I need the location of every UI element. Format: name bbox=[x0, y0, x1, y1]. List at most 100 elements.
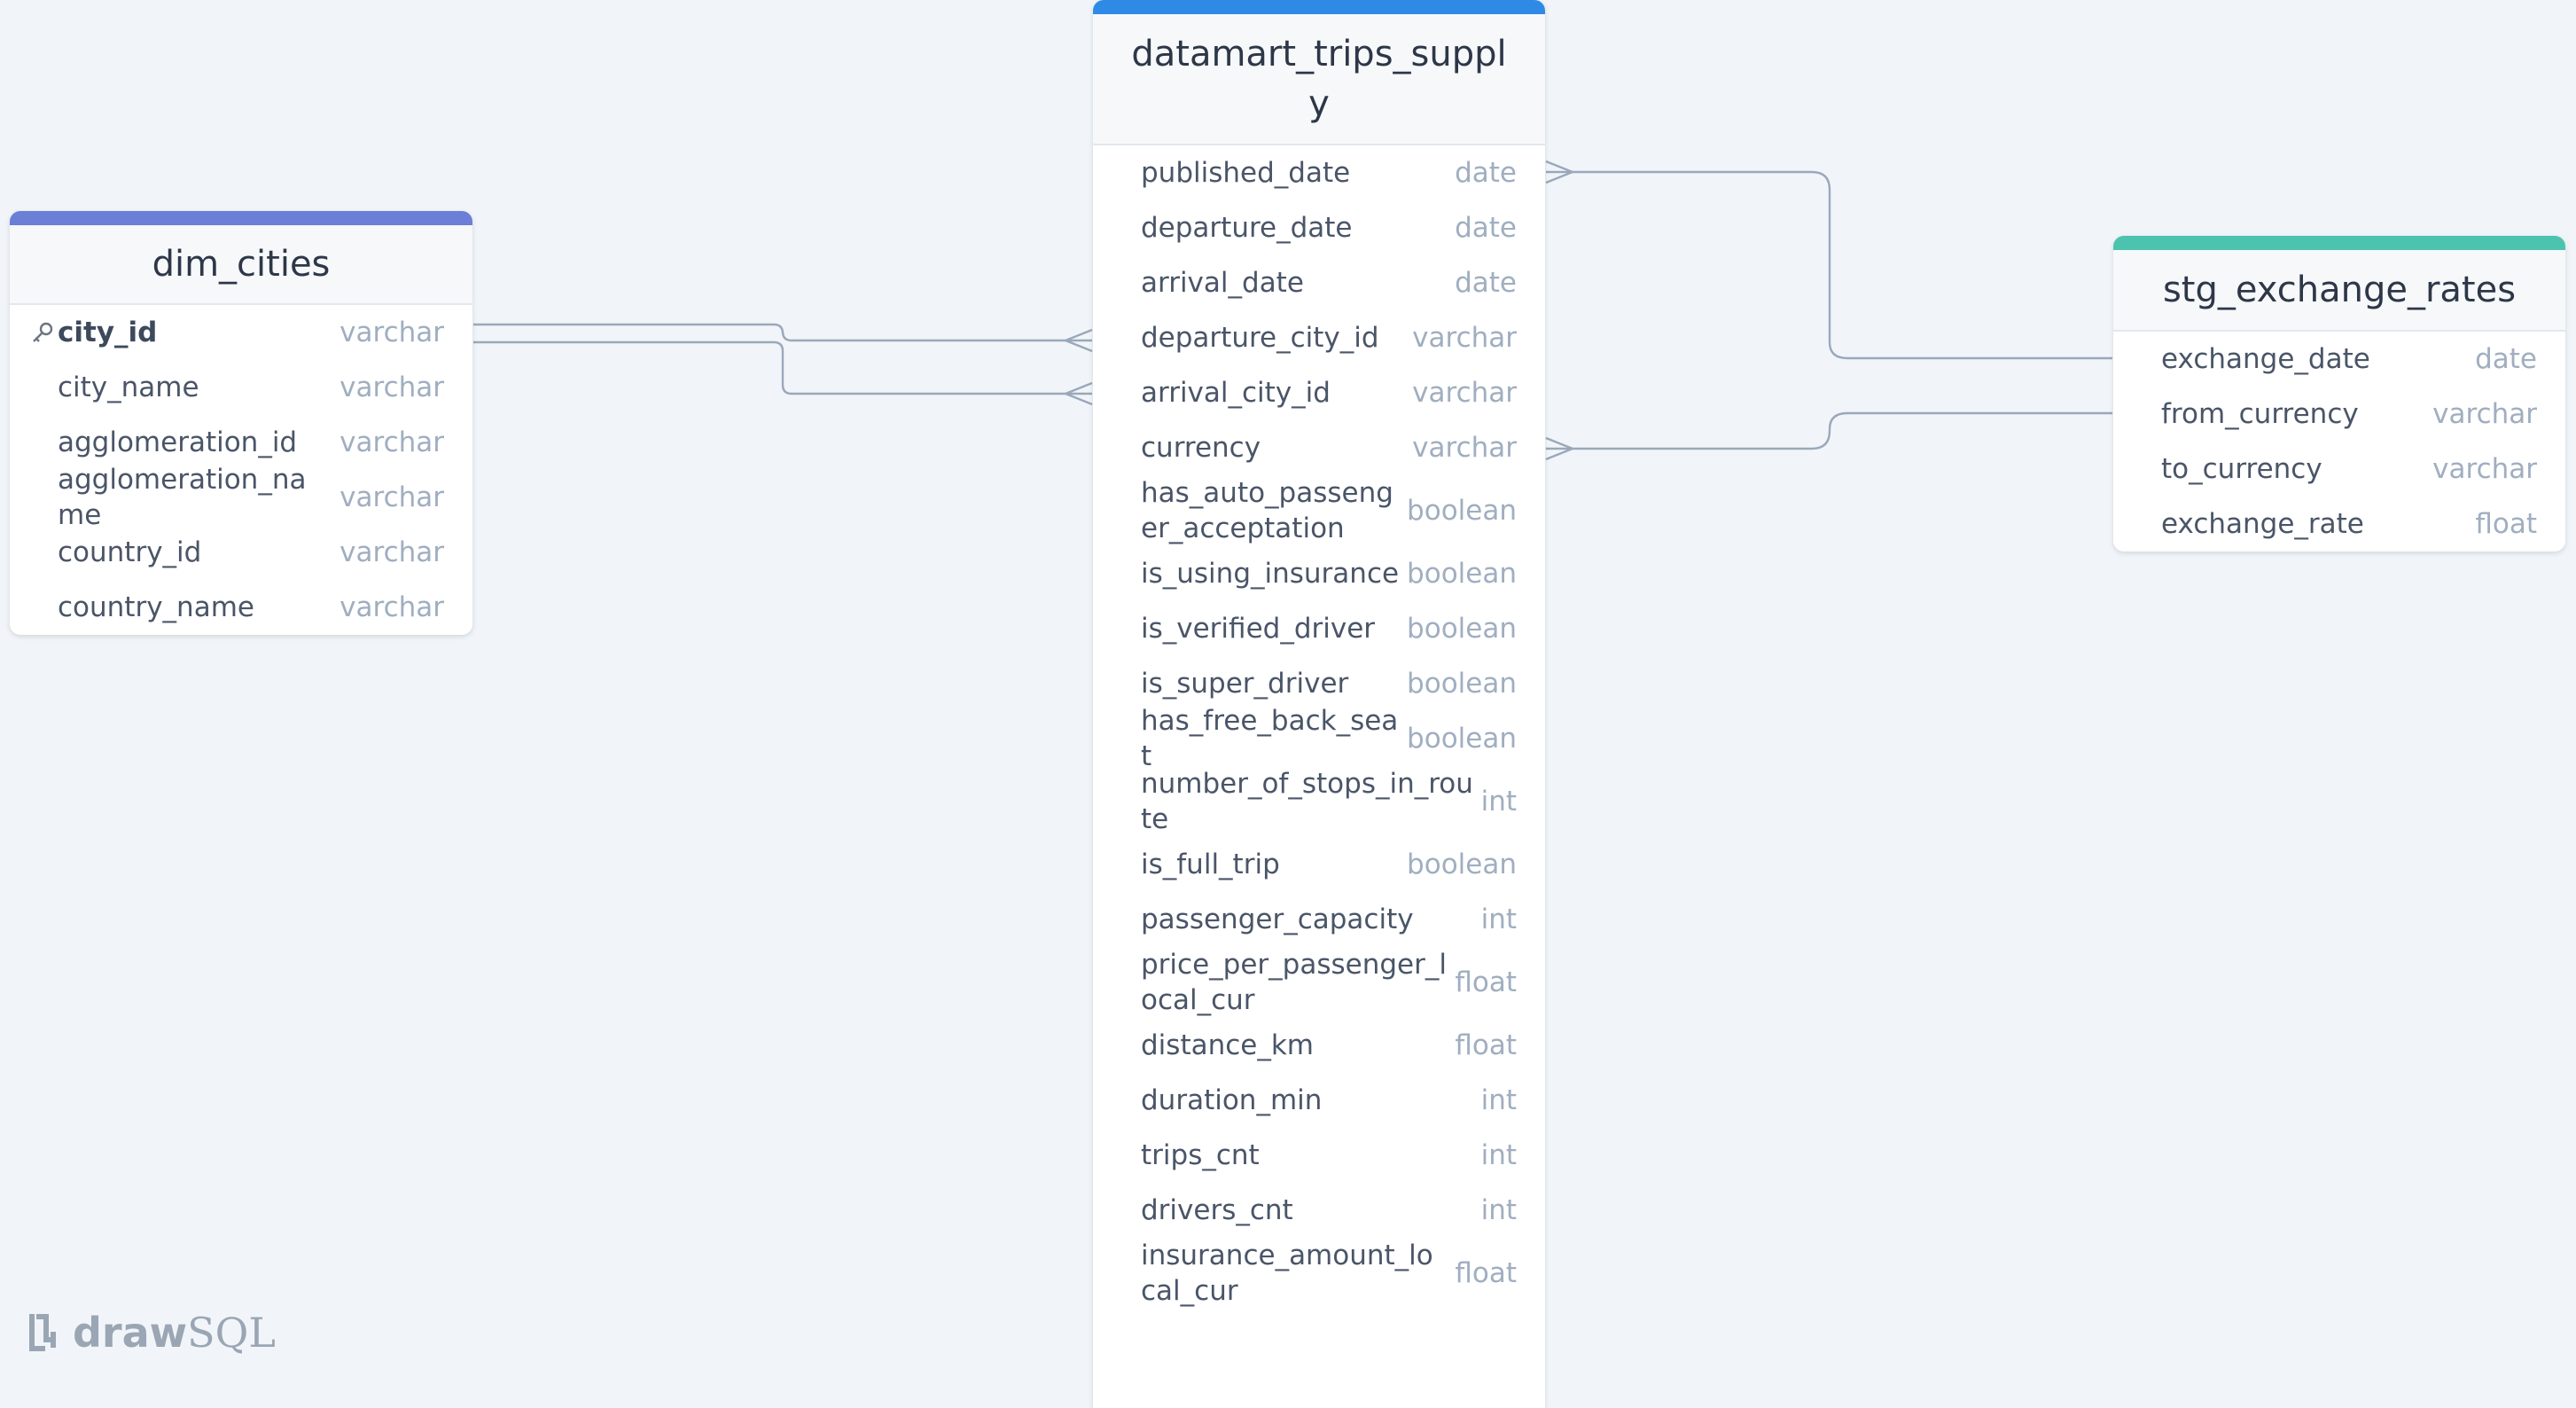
column-type: date bbox=[1455, 267, 1517, 299]
column-row-has-free-back-seat[interactable]: has_free_back_seat boolean bbox=[1093, 705, 1545, 772]
column-row-published-date[interactable]: published_date date bbox=[1093, 145, 1545, 200]
column-name: exchange_date bbox=[2161, 343, 2370, 375]
relation-city-to-departure-city[interactable] bbox=[473, 323, 1092, 342]
column-row-insurance-amount-local-cur[interactable]: insurance_amount_local_cur float bbox=[1093, 1238, 1545, 1309]
column-type: boolean bbox=[1407, 613, 1517, 645]
relation-currency-to-from-currency[interactable] bbox=[1546, 411, 2112, 450]
column-row-drivers-cnt[interactable]: drivers_cnt int bbox=[1093, 1183, 1545, 1238]
column-name: departure_date bbox=[1141, 212, 1353, 244]
relation-published-date-to-exchange-date[interactable] bbox=[1546, 170, 2112, 360]
drawsql-logo[interactable]: draw SQL bbox=[27, 1309, 276, 1357]
column-type: float bbox=[1455, 966, 1517, 998]
column-name: drivers_cnt bbox=[1141, 1194, 1293, 1226]
column-name: insurance_amount_local_cur bbox=[1141, 1240, 1433, 1307]
column-row-city-name[interactable]: city_name varchar bbox=[10, 360, 472, 415]
column-name: passenger_capacity bbox=[1141, 903, 1414, 935]
column-row-to-currency[interactable]: to_currency varchar bbox=[2113, 442, 2565, 497]
column-name: exchange_rate bbox=[2161, 508, 2364, 540]
relation-city-to-arrival-city[interactable] bbox=[473, 340, 1092, 395]
column-type: varchar bbox=[1412, 377, 1517, 409]
column-name: is_full_trip bbox=[1141, 849, 1280, 880]
column-type: boolean bbox=[1407, 558, 1517, 590]
column-row-has-auto-passenger-acceptation[interactable]: has_auto_passenger_acceptation boolean bbox=[1093, 475, 1545, 546]
column-row-passenger-capacity[interactable]: passenger_capacity int bbox=[1093, 892, 1545, 947]
column-name: to_currency bbox=[2161, 453, 2322, 485]
column-type: date bbox=[1455, 157, 1517, 189]
column-row-city-id[interactable]: city_id varchar bbox=[10, 305, 472, 360]
column-type: boolean bbox=[1407, 668, 1517, 700]
table-stg-exchange-rates[interactable]: stg_exchange_rates exchange_date date from… bbox=[2113, 236, 2565, 551]
column-list: published_date date departure_date date arri… bbox=[1093, 145, 1545, 1309]
column-name: has_auto_passenger_acceptation bbox=[1141, 477, 1393, 544]
column-row-departure-date[interactable]: departure_date date bbox=[1093, 200, 1545, 255]
column-type: boolean bbox=[1407, 723, 1517, 755]
column-row-country-id[interactable]: country_id varchar bbox=[10, 525, 472, 580]
column-row-departure-city-id[interactable]: departure_city_id varchar bbox=[1093, 310, 1545, 365]
column-type: varchar bbox=[1412, 322, 1517, 354]
primary-key-icon bbox=[33, 322, 53, 342]
column-type: float bbox=[1455, 1257, 1517, 1289]
drawsql-logo-icon bbox=[29, 1314, 56, 1351]
column-type: int bbox=[1480, 1194, 1517, 1226]
column-type: float bbox=[1455, 1029, 1517, 1061]
logo-sql-text: SQL bbox=[187, 1309, 276, 1357]
column-type: varchar bbox=[2432, 453, 2537, 485]
column-type: boolean bbox=[1407, 495, 1517, 527]
column-row-agglomeration-name[interactable]: agglomeration_name varchar bbox=[10, 464, 472, 531]
column-name: agglomeration_name bbox=[58, 464, 307, 531]
column-row-currency[interactable]: currency varchar bbox=[1093, 420, 1545, 475]
column-row-arrival-date[interactable]: arrival_date date bbox=[1093, 255, 1545, 310]
column-name: city_id bbox=[58, 317, 158, 348]
column-name: has_free_back_seat bbox=[1141, 705, 1399, 772]
table-header-stg-exchange-rates[interactable]: stg_exchange_rates bbox=[2113, 250, 2565, 332]
column-name: departure_city_id bbox=[1141, 322, 1379, 354]
column-row-arrival-city-id[interactable]: arrival_city_id varchar bbox=[1093, 365, 1545, 420]
table-header-dim-cities[interactable]: dim_cities bbox=[10, 225, 472, 305]
column-name: price_per_passenger_local_cur bbox=[1141, 949, 1447, 1016]
column-row-is-using-insurance[interactable]: is_using_insurance boolean bbox=[1093, 546, 1545, 601]
column-type: boolean bbox=[1407, 849, 1517, 880]
column-type: varchar bbox=[340, 317, 444, 348]
column-type: varchar bbox=[340, 536, 444, 568]
column-row-price-per-passenger-local-cur[interactable]: price_per_passenger_local_cur float bbox=[1093, 947, 1545, 1018]
column-name: is_verified_driver bbox=[1141, 613, 1376, 645]
column-name: currency bbox=[1141, 432, 1261, 464]
table-dim-cities[interactable]: dim_cities city_id varchar city_name varcha… bbox=[10, 211, 472, 635]
column-type: varchar bbox=[340, 372, 444, 403]
column-name: country_id bbox=[58, 536, 202, 568]
column-name: agglomeration_id bbox=[58, 426, 298, 458]
column-name: arrival_date bbox=[1141, 267, 1304, 299]
column-name: number_of_stops_in_route bbox=[1141, 768, 1473, 835]
column-type: varchar bbox=[2432, 398, 2537, 430]
column-type: int bbox=[1480, 1139, 1517, 1171]
column-row-exchange-rate[interactable]: exchange_rate float bbox=[2113, 497, 2565, 551]
table-header-datamart-trips-supply[interactable]: datamart_trips_supply bbox=[1093, 14, 1545, 145]
column-name: trips_cnt bbox=[1141, 1139, 1260, 1171]
column-type: date bbox=[2475, 343, 2537, 375]
column-row-number-of-stops-in-route[interactable]: number_of_stops_in_route int bbox=[1093, 766, 1545, 837]
column-type: varchar bbox=[340, 591, 444, 623]
column-row-duration-min[interactable]: duration_min int bbox=[1093, 1073, 1545, 1128]
column-row-distance-km[interactable]: distance_km float bbox=[1093, 1018, 1545, 1073]
column-row-trips-cnt[interactable]: trips_cnt int bbox=[1093, 1128, 1545, 1183]
column-type: int bbox=[1480, 1084, 1517, 1116]
column-row-is-verified-driver[interactable]: is_verified_driver boolean bbox=[1093, 601, 1545, 656]
diagram-canvas[interactable]: dim_cities city_id varchar city_name varcha… bbox=[0, 0, 2576, 1408]
column-name: country_name bbox=[58, 591, 254, 623]
column-name: arrival_city_id bbox=[1141, 377, 1331, 409]
column-row-country-name[interactable]: country_name varchar bbox=[10, 580, 472, 635]
column-name: published_date bbox=[1141, 157, 1351, 189]
table-title: dim_cities bbox=[152, 244, 331, 285]
column-type: int bbox=[1480, 786, 1517, 817]
column-type: float bbox=[2475, 508, 2537, 540]
table-title: stg_exchange_rates bbox=[2162, 270, 2517, 310]
column-name: duration_min bbox=[1141, 1084, 1323, 1116]
column-row-is-full-trip[interactable]: is_full_trip boolean bbox=[1093, 837, 1545, 892]
column-name: distance_km bbox=[1141, 1029, 1315, 1061]
column-type: int bbox=[1480, 903, 1517, 935]
column-row-from-currency[interactable]: from_currency varchar bbox=[2113, 387, 2565, 442]
table-title: datamart_trips_supply bbox=[1131, 34, 1507, 124]
column-type: varchar bbox=[340, 426, 444, 458]
table-datamart-trips-supply[interactable]: datamart_trips_supply published_date date… bbox=[1093, 0, 1545, 1408]
column-row-exchange-date[interactable]: exchange_date date bbox=[2113, 332, 2565, 387]
